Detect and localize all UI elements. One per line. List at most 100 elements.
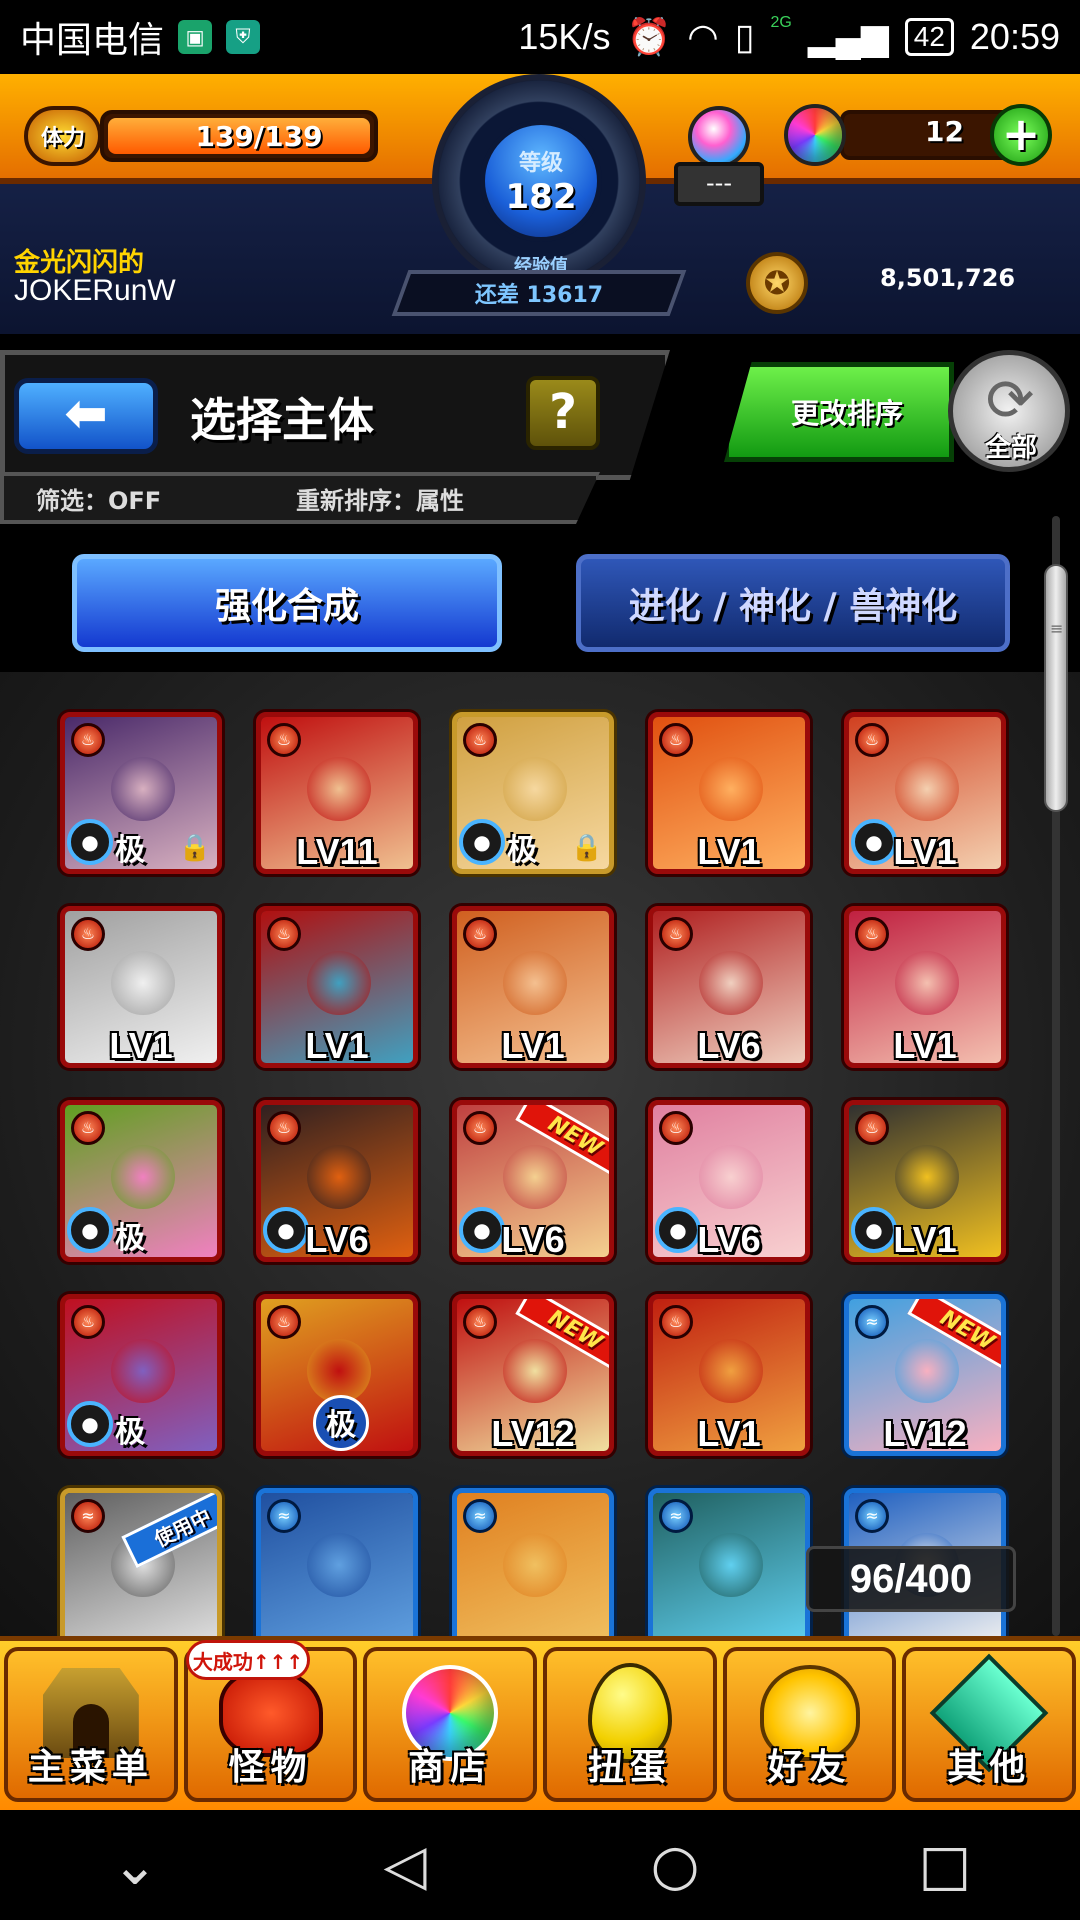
scroll-grip-icon: ≡ [1050, 619, 1064, 638]
add-orbs-button[interactable]: + [990, 104, 1052, 166]
monster-level: LV1 [305, 1025, 369, 1066]
monster-level: LV12 [491, 1413, 575, 1454]
nav-label: 其他 [947, 1747, 1032, 1788]
max-level-tag: 极 [313, 1395, 369, 1451]
monster-face [895, 1339, 959, 1403]
monster-card[interactable]: ♨ LV1 [648, 712, 810, 874]
monster-face [895, 951, 959, 1015]
monster-face [699, 1533, 763, 1597]
title-bar: ⬅ 选择主体 ? 筛选：OFF 重新排序：属性 更改排序 ⟳ 全部 [0, 350, 1080, 526]
nav-friends[interactable]: 好友 [722, 1647, 897, 1802]
network-type: 2G [770, 14, 792, 31]
home-icon[interactable]: ○ [615, 1833, 735, 1898]
monster-card[interactable]: ♨ ● 极 [60, 1294, 222, 1456]
monster-card[interactable]: ♨ LV12 NEW [452, 1294, 614, 1456]
signal-icon: ▂▄▆ [807, 16, 889, 57]
max-level-tag: 极 [115, 833, 145, 868]
monster-card[interactable]: ≈ [648, 1488, 810, 1636]
monster-card[interactable]: ♨ ● 极 🔒 [452, 712, 614, 874]
lock-icon: 🔒 [570, 833, 603, 863]
luck-orb-icon: ● [67, 1207, 113, 1253]
refresh-all-button[interactable]: ⟳ 全部 [948, 350, 1070, 472]
sort-order[interactable]: 重新排序：属性 [296, 481, 464, 516]
water-element-icon: ≈ [659, 1499, 693, 1533]
monster-card[interactable]: ≈ [256, 1488, 418, 1636]
monster-card[interactable]: ♨ ● LV6 [648, 1100, 810, 1262]
monster-box: ♨ ● 极 🔒 ♨ LV11 ♨ ● 极 🔒 ♨ LV1 ♨ ● LV1 ♨ LV1 ♨ LV1 ♨ LV1 ♨ LV6 ♨ L… [0, 672, 1080, 1636]
tab-evolution[interactable]: 进化 / 神化 / 兽神化 [576, 554, 1010, 652]
luck-orb-icon: ● [67, 819, 113, 865]
app-notification-icon: ▣ [178, 20, 213, 54]
monster-level: LV1 [893, 1025, 957, 1066]
orb-machine-icon[interactable]: --- [674, 96, 764, 206]
monster-face [111, 1339, 175, 1403]
orb-icon [784, 104, 846, 166]
monster-face [503, 1339, 567, 1403]
orb-count: 12 [925, 115, 964, 148]
monster-face [307, 757, 371, 821]
level-value: 182 [505, 177, 577, 217]
monster-card[interactable]: ♨ ● LV1 [844, 712, 1006, 874]
player-header: 体力 139/139 等级 182 经验值 还差 13617 --- 12 + … [0, 74, 1080, 334]
system-nav-bar: ⌄ ◁ ○ □ [0, 1810, 1080, 1920]
fire-element-icon: ♨ [71, 723, 105, 757]
monster-card[interactable]: ♨ LV11 [256, 712, 418, 874]
back-icon[interactable]: ◁ [345, 1833, 465, 1898]
monster-card[interactable]: ♨ LV1 [648, 1294, 810, 1456]
fire-element-icon: ♨ [71, 917, 105, 951]
back-button[interactable]: ⬅ [14, 378, 158, 454]
fire-element-icon: ♨ [855, 917, 889, 951]
wifi-icon: ◠ [687, 16, 719, 57]
monster-card[interactable]: ≈ LV12 NEW [844, 1294, 1006, 1456]
monster-level: LV6 [697, 1219, 761, 1260]
stamina-icon: 体力 [24, 106, 102, 166]
recents-icon[interactable]: □ [885, 1833, 1005, 1898]
monster-face [307, 1145, 371, 1209]
carrier-name: 中国电信 [20, 19, 165, 60]
fire-element-icon: ♨ [267, 917, 301, 951]
coin-count: 8,501,726 [880, 264, 1016, 292]
nav-main-menu[interactable]: 主菜单 [4, 1647, 178, 1802]
monster-face [503, 1533, 567, 1597]
monster-card[interactable]: ♨ ● 极 🔒 [60, 712, 222, 874]
change-sort-button[interactable]: 更改排序 [724, 362, 954, 462]
hide-keyboard-icon[interactable]: ⌄ [75, 1833, 195, 1898]
status-bar: 中国电信 ▣ ⛨ 15K/s ⏰ ◠ ▯ 2G ▂▄▆ 42 20:59 [0, 0, 1080, 74]
monster-card[interactable]: ♨ ● LV1 [844, 1100, 1006, 1262]
nav-other[interactable]: 其他 [902, 1647, 1077, 1802]
water-element-icon: ≈ [71, 1499, 105, 1533]
monster-card[interactable]: ♨ ● 极 [60, 1100, 222, 1262]
level-badge: 等级 182 [480, 120, 602, 242]
water-element-icon: ≈ [855, 1499, 889, 1533]
scrollbar[interactable]: ≡ [1044, 516, 1068, 1636]
monster-level: LV1 [501, 1025, 565, 1066]
great-success-tag: 大成功↑↑↑ [186, 1640, 310, 1680]
monster-face [111, 757, 175, 821]
monster-card[interactable]: ♨ ● LV6 [256, 1100, 418, 1262]
monster-card[interactable]: ≈ 使用中 [60, 1488, 222, 1636]
monster-card[interactable]: ♨ LV6 [648, 906, 810, 1068]
monster-face [699, 1339, 763, 1403]
monster-card[interactable]: ♨ LV1 [256, 906, 418, 1068]
water-element-icon: ≈ [267, 1499, 301, 1533]
clock: 20:59 [969, 16, 1060, 57]
monster-card[interactable]: ♨ LV1 [844, 906, 1006, 1068]
monster-level: LV6 [697, 1025, 761, 1066]
fire-element-icon: ♨ [855, 1111, 889, 1145]
monster-card[interactable]: ♨ LV1 [452, 906, 614, 1068]
monster-card[interactable]: ♨ 极 [256, 1294, 418, 1456]
monster-level: LV1 [109, 1025, 173, 1066]
nav-shop[interactable]: 商店 [363, 1647, 538, 1802]
filter-toggle[interactable]: 筛选：OFF [36, 481, 161, 516]
nav-gacha[interactable]: 扭蛋 [543, 1647, 717, 1802]
monster-card[interactable]: ♨ LV1 [60, 906, 222, 1068]
help-button[interactable]: ? [526, 376, 600, 450]
max-level-tag: 极 [115, 1221, 145, 1256]
scroll-thumb[interactable] [1044, 564, 1068, 812]
monster-card[interactable]: ♨ ● LV6 NEW [452, 1100, 614, 1262]
tab-fusion[interactable]: 强化合成 [72, 554, 502, 652]
monster-card[interactable]: ≈ [452, 1488, 614, 1636]
box-count: 96/400 [806, 1546, 1016, 1612]
refresh-icon: ⟳ [985, 366, 1035, 434]
nav-label: 主菜单 [27, 1747, 154, 1788]
